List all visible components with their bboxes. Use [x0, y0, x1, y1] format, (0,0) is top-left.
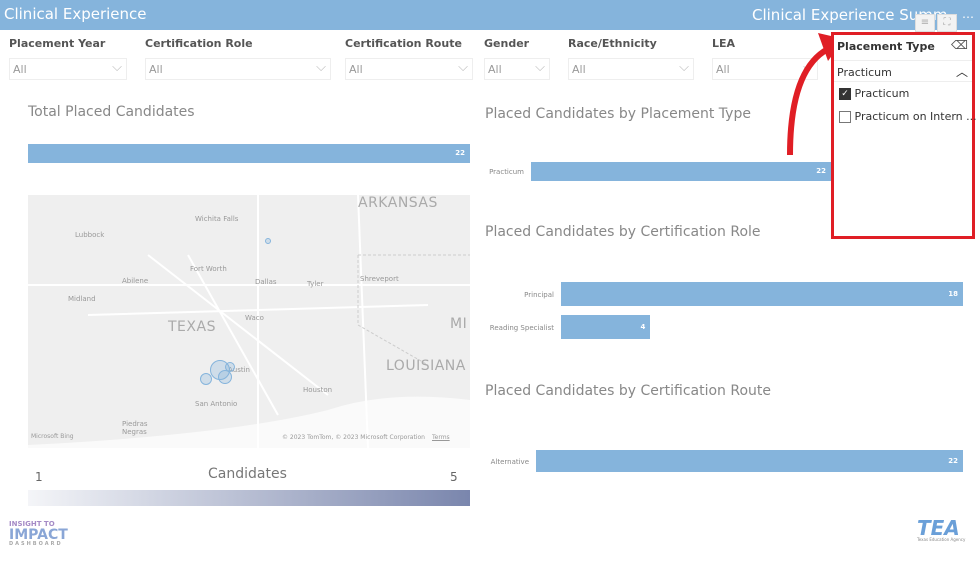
map-bubble[interactable]	[200, 373, 212, 385]
checkbox-checked[interactable]: ✓	[839, 88, 851, 100]
chart-title: Placed Candidates by Certification Route	[485, 383, 772, 399]
dropdown-value: All	[149, 63, 163, 76]
bar-principal[interactable]: 18	[561, 282, 963, 306]
legend-min: 1	[35, 470, 43, 484]
map-label: Tyler	[307, 280, 324, 288]
dropdown-value: All	[572, 63, 586, 76]
map-label: Shreveport	[360, 275, 399, 283]
dropdown-value: All	[716, 63, 730, 76]
option-label: Practicum on Intern ...	[854, 110, 977, 123]
filter-certification-role[interactable]: Certification Role All ⌵	[145, 37, 331, 80]
map[interactable]: ARKANSAS Wichita Falls Lubbock Fort Wort…	[28, 195, 470, 448]
total-title: Total Placed Candidates	[28, 104, 195, 120]
page-title: Clinical Experience	[4, 5, 147, 23]
chevron-down-icon: ⌵	[316, 60, 326, 75]
total-bar[interactable]: 22	[28, 144, 470, 163]
chevron-down-icon: ⌵	[458, 60, 468, 75]
focus-mode-icon[interactable]: ⛶	[937, 14, 957, 32]
dropdown-value: All	[13, 63, 27, 76]
map-terms-link[interactable]: Terms	[432, 434, 450, 441]
category-label: Alternative	[490, 458, 529, 466]
filter-label: Race/Ethnicity	[568, 37, 657, 50]
legend-gradient	[28, 490, 470, 506]
filter-label: Certification Role	[145, 37, 253, 50]
map-label: Waco	[245, 314, 264, 322]
chart-title: Placed Candidates by Placement Type	[485, 106, 751, 122]
legend-max: 5	[450, 470, 458, 484]
filter-label: LEA	[712, 37, 736, 50]
tea-logo: TEA Texas Education Agency	[917, 516, 966, 542]
slicer-selected-value: Practicum	[837, 66, 892, 79]
bing-logo: Microsoft Bing	[31, 433, 74, 440]
map-label: MI	[450, 316, 468, 332]
dropdown[interactable]: All ⌵	[568, 58, 694, 80]
chevron-up-icon: ︿	[955, 65, 968, 79]
map-label: ARKANSAS	[358, 195, 438, 211]
map-label: LOUISIANA	[386, 358, 466, 374]
dropdown[interactable]: All ⌵	[145, 58, 331, 80]
eraser-icon[interactable]: ⌫	[951, 38, 968, 52]
slicer-option[interactable]: ✓ Practicum	[839, 87, 909, 100]
placement-type-slicer[interactable]: Placement Type ⌫ Practicum ︿ ✓ Practicum …	[831, 32, 977, 239]
map-label: Piedras Negras	[122, 420, 148, 436]
checkbox-unchecked[interactable]	[839, 111, 851, 123]
map-label: Lubbock	[75, 231, 105, 239]
map-bubble[interactable]	[225, 362, 235, 372]
map-label: Abilene	[122, 277, 149, 285]
filter-lea[interactable]: LEA All ⌵	[712, 37, 818, 80]
map-label: Houston	[303, 386, 333, 394]
slicer-dropdown[interactable]: Practicum ︿	[834, 60, 972, 82]
insight-to-impact-logo: INSIGHT TO IMPACT DASHBOARD	[9, 520, 68, 547]
filter-race-ethnicity[interactable]: Race/Ethnicity All ⌵	[568, 37, 694, 80]
chevron-down-icon: ⌵	[679, 60, 689, 75]
chevron-down-icon: ⌵	[535, 60, 545, 75]
filter-label: Certification Route	[345, 37, 462, 50]
map-bubble[interactable]	[265, 238, 271, 244]
map-label: Midland	[68, 295, 96, 303]
bar-alternative[interactable]: 22	[536, 450, 963, 472]
map-label: Dallas	[255, 278, 277, 286]
map-label: San Antonio	[195, 400, 238, 408]
map-label: Fort Worth	[190, 265, 227, 273]
bar-reading-specialist[interactable]: 4	[561, 315, 651, 339]
dropdown[interactable]: All ⌵	[9, 58, 127, 80]
legend-title: Candidates	[208, 466, 287, 482]
category-label: Principal	[524, 291, 554, 299]
chevron-down-icon: ⌵	[112, 60, 122, 75]
filter-certification-route[interactable]: Certification Route All ⌵	[345, 37, 473, 80]
slicer-title: Placement Type	[837, 40, 935, 53]
map-label: TEXAS	[168, 319, 216, 335]
map-label: Wichita Falls	[195, 215, 239, 223]
option-label: Practicum	[854, 87, 910, 100]
map-bubble[interactable]	[218, 370, 232, 384]
category-label: Reading Specialist	[489, 324, 554, 332]
dropdown[interactable]: All ⌵	[345, 58, 473, 80]
dropdown[interactable]: All ⌵	[484, 58, 550, 80]
slicer-option[interactable]: Practicum on Intern ...	[839, 110, 977, 123]
filter-placement-year[interactable]: Placement Year All ⌵	[9, 37, 127, 80]
map-copyright: © 2023 TomTom, © 2023 Microsoft Corporat…	[282, 434, 425, 441]
filter-gender[interactable]: Gender All ⌵	[484, 37, 550, 80]
more-options-icon[interactable]: ⋯	[962, 10, 974, 24]
category-label: Practicum	[489, 168, 524, 176]
dropdown-value: All	[349, 63, 363, 76]
filter-icon[interactable]: ≡	[915, 14, 935, 32]
filter-label: Placement Year	[9, 37, 106, 50]
filter-label: Gender	[484, 37, 530, 50]
chart-title: Placed Candidates by Certification Role	[485, 224, 761, 240]
dropdown-value: All	[488, 63, 502, 76]
